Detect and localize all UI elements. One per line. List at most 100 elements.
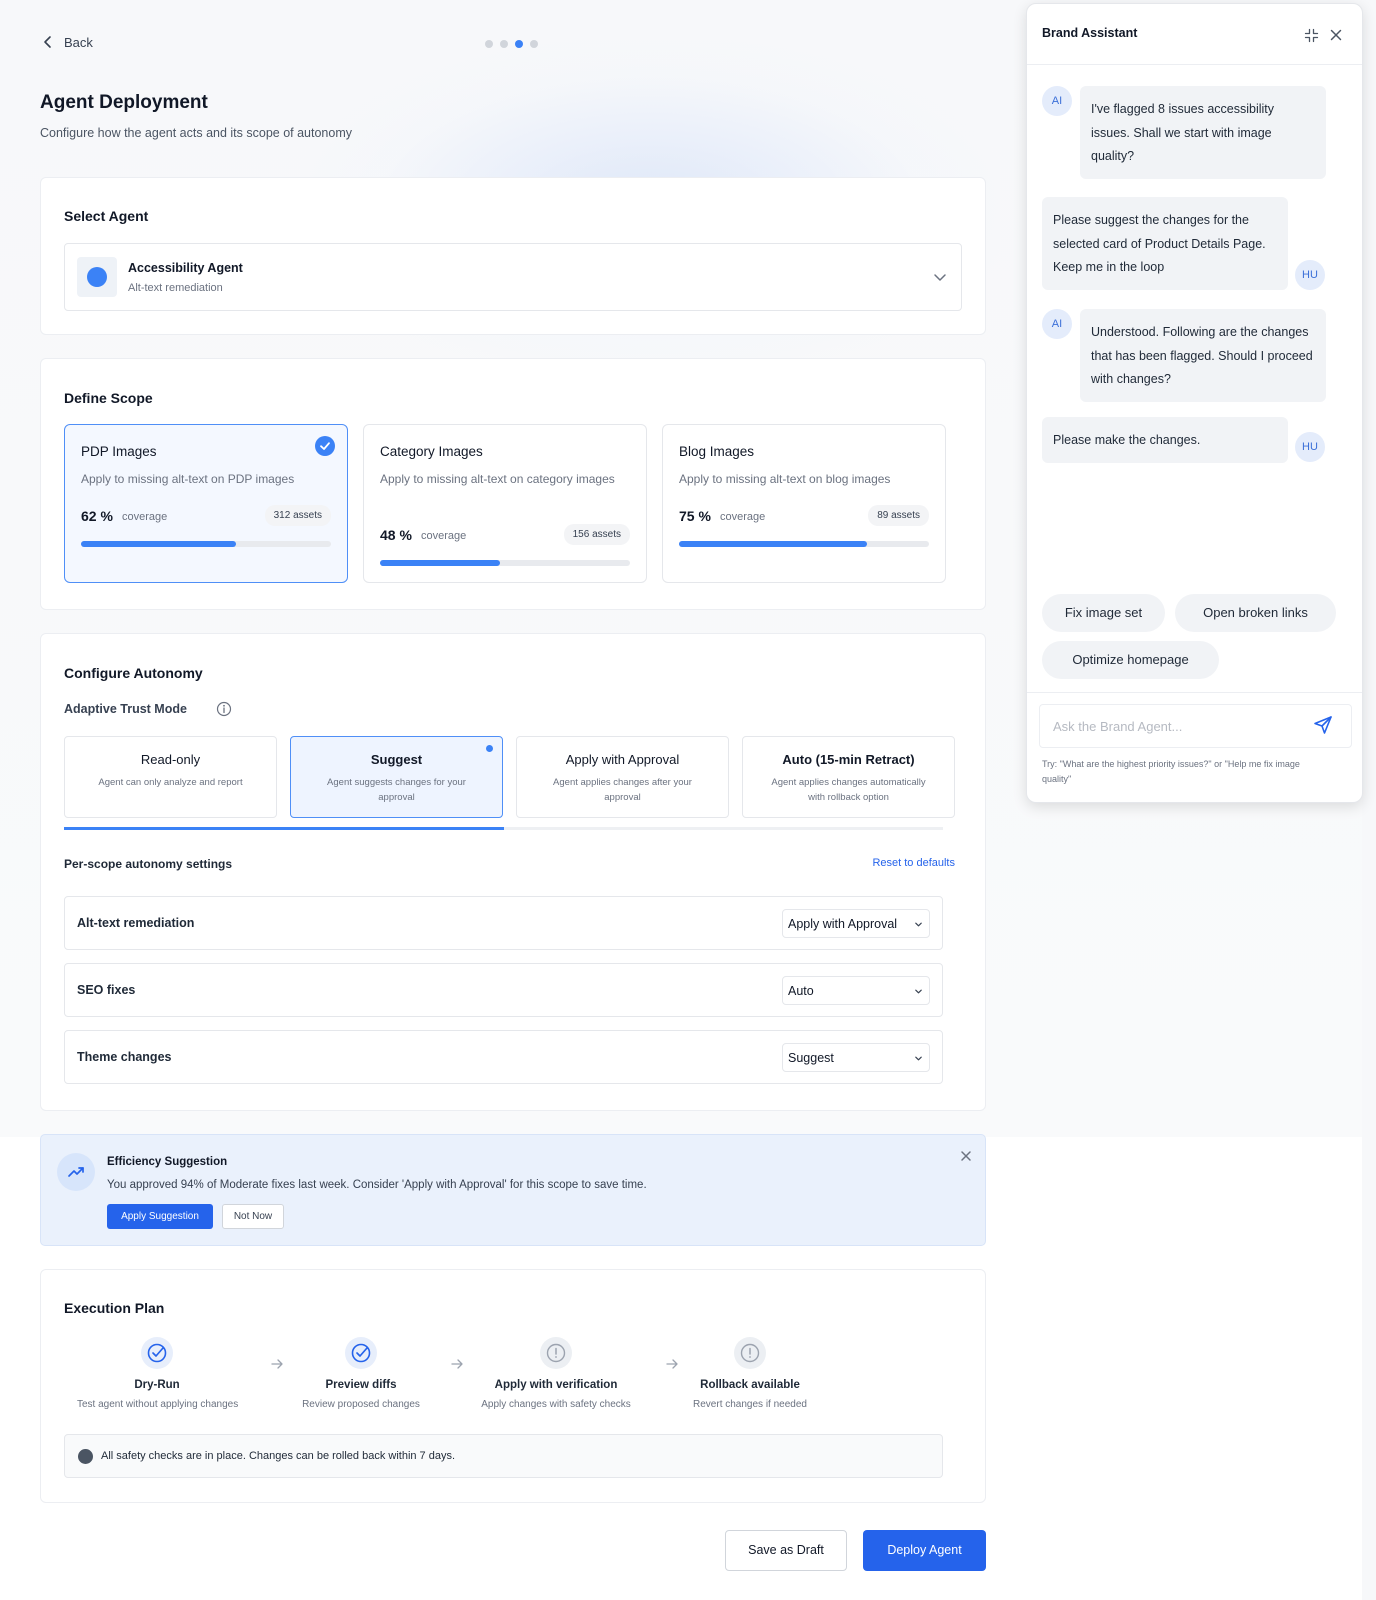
setting-select-alt-text[interactable]: Apply with Approval: [782, 909, 930, 938]
close-icon[interactable]: [959, 1149, 973, 1163]
scope-progress-bar: [679, 541, 929, 547]
alert-circle-icon: [540, 1337, 572, 1369]
chat-message-ai: Understood. Following are the changes th…: [1080, 309, 1326, 402]
setting-value: Auto: [788, 984, 814, 998]
mode-name: Suggest: [370, 752, 423, 767]
agent-dropdown[interactable]: Accessibility Agent Alt-text remediation: [64, 243, 962, 311]
mode-description: Agent applies changes automatically with…: [771, 777, 926, 803]
step-name: Preview diffs: [325, 1379, 397, 1391]
scope-name: Category Images: [380, 444, 483, 459]
mode-apply-with-approval[interactable]: Apply with Approval Agent applies change…: [516, 736, 729, 818]
setting-select-theme[interactable]: Suggest: [782, 1043, 930, 1072]
agent-icon: [77, 257, 117, 297]
close-icon[interactable]: [1329, 28, 1343, 42]
chat-message-user: Please suggest the changes for the selec…: [1042, 197, 1288, 290]
chip-fix-image-set[interactable]: Fix image set: [1042, 594, 1165, 632]
divider: [1027, 64, 1362, 65]
scope-coverage-label: coverage: [720, 511, 766, 523]
step-dot: [530, 40, 538, 48]
back-button[interactable]: Back: [40, 34, 93, 50]
deployment-main: Back Agent Deployment Configure how the …: [0, 0, 1010, 1600]
page-edge: [1362, 0, 1376, 1600]
efficiency-suggestion-banner: Efficiency Suggestion You approved 94% o…: [40, 1134, 986, 1246]
arrow-right-icon: [271, 1359, 283, 1369]
chip-optimize-homepage[interactable]: Optimize homepage: [1042, 641, 1219, 679]
setting-row-seo: SEO fixes Auto: [64, 963, 943, 1017]
efficiency-title: Efficiency Suggestion: [107, 1156, 228, 1168]
step-dot-active: [515, 40, 523, 48]
scope-card-blog-images[interactable]: Blog Images Apply to missing alt-text on…: [662, 424, 946, 583]
setting-value: Apply with Approval: [788, 917, 898, 931]
agent-name: Accessibility Agent: [128, 261, 243, 275]
efficiency-text: You approved 94% of Moderate fixes last …: [107, 1179, 647, 1191]
check-circle-icon: [345, 1337, 377, 1369]
step-name: Rollback available: [700, 1379, 800, 1391]
user-avatar: HU: [1295, 260, 1325, 290]
step-rollback: Rollback available Revert changes if nee…: [687, 1337, 813, 1410]
setting-select-seo[interactable]: Auto: [782, 976, 930, 1005]
mode-progress-bar: [64, 827, 943, 830]
chat-title: Brand Assistant: [1042, 26, 1138, 40]
divider: [1027, 692, 1362, 693]
mode-read-only[interactable]: Read-only Agent can only analyze and rep…: [64, 736, 277, 818]
adaptive-trust-label: Adaptive Trust Mode: [64, 702, 187, 716]
execution-plan-card: Execution Plan Dry-Run Test agent withou…: [40, 1269, 986, 1503]
scope-progress-bar: [380, 560, 630, 566]
alert-circle-icon: [734, 1337, 766, 1369]
send-icon[interactable]: [1313, 715, 1333, 735]
info-icon[interactable]: [216, 701, 232, 717]
mode-suggest[interactable]: Suggest Agent suggests changes for your …: [290, 736, 503, 818]
minimize-icon[interactable]: [1304, 28, 1319, 43]
chat-input[interactable]: [1039, 704, 1352, 748]
ai-avatar: AI: [1042, 86, 1072, 116]
brand-assistant-panel: Brand Assistant AI I've flagged 8 issues…: [1026, 3, 1363, 803]
safety-text: All safety checks are in place. Changes …: [101, 1450, 456, 1462]
chevron-down-icon: [915, 989, 922, 994]
arrow-right-icon: [666, 1359, 678, 1369]
step-indicator: [485, 40, 538, 48]
scope-progress-bar: [81, 541, 331, 547]
step-description: Apply changes with safety checks: [481, 1399, 631, 1410]
setting-value: Suggest: [788, 1051, 834, 1065]
arrow-right-icon: [451, 1359, 463, 1369]
select-agent-card: Select Agent Accessibility Agent Alt-tex…: [40, 177, 986, 335]
scope-card-pdp-images[interactable]: PDP Images Apply to missing alt-text on …: [64, 424, 348, 583]
mode-name: Read-only: [140, 752, 201, 767]
chat-message-ai: I've flagged 8 issues accessibility issu…: [1080, 86, 1326, 179]
scope-assets-badge: 89 assets: [868, 505, 929, 526]
page-title: Agent Deployment: [40, 92, 208, 113]
user-avatar: HU: [1295, 432, 1325, 462]
selected-dot: [486, 745, 493, 752]
selected-check-icon: [315, 436, 335, 456]
scope-assets-badge: 156 assets: [563, 524, 630, 545]
scope-coverage-percent: 48 %: [380, 527, 412, 543]
mode-progress-fill: [64, 827, 504, 830]
setting-label: SEO fixes: [77, 983, 136, 997]
page-subtitle: Configure how the agent acts and its sco…: [40, 126, 352, 140]
status-dot-icon: [78, 1449, 93, 1464]
chip-open-broken-links[interactable]: Open broken links: [1175, 594, 1336, 632]
mode-name: Apply with Approval: [565, 752, 680, 767]
step-dot: [500, 40, 508, 48]
save-draft-button[interactable]: Save as Draft: [725, 1530, 847, 1571]
not-now-button[interactable]: Not Now: [222, 1204, 284, 1229]
scope-name: PDP Images: [81, 444, 157, 459]
reset-defaults-link[interactable]: Reset to defaults: [872, 857, 955, 869]
mode-auto-retract[interactable]: Auto (15-min Retract) Agent applies chan…: [742, 736, 955, 818]
scope-coverage-percent: 62 %: [81, 508, 113, 524]
per-scope-settings-title: Per-scope autonomy settings: [64, 857, 233, 871]
scope-coverage-label: coverage: [122, 511, 168, 523]
apply-suggestion-button[interactable]: Apply Suggestion: [107, 1204, 213, 1229]
scope-coverage-percent: 75 %: [679, 508, 711, 524]
select-agent-title: Select Agent: [64, 208, 149, 224]
scope-card-category-images[interactable]: Category Images Apply to missing alt-tex…: [363, 424, 647, 583]
scope-progress-fill: [380, 560, 500, 566]
chevron-left-icon: [44, 36, 51, 48]
define-scope-title: Define Scope: [64, 390, 153, 406]
safety-notice: All safety checks are in place. Changes …: [64, 1434, 943, 1478]
deploy-agent-button[interactable]: Deploy Agent: [863, 1530, 986, 1571]
mode-description: Agent applies changes after your approva…: [553, 777, 692, 803]
step-description: Revert changes if needed: [693, 1399, 807, 1410]
scope-progress-fill: [679, 541, 867, 547]
check-circle-icon: [141, 1337, 173, 1369]
